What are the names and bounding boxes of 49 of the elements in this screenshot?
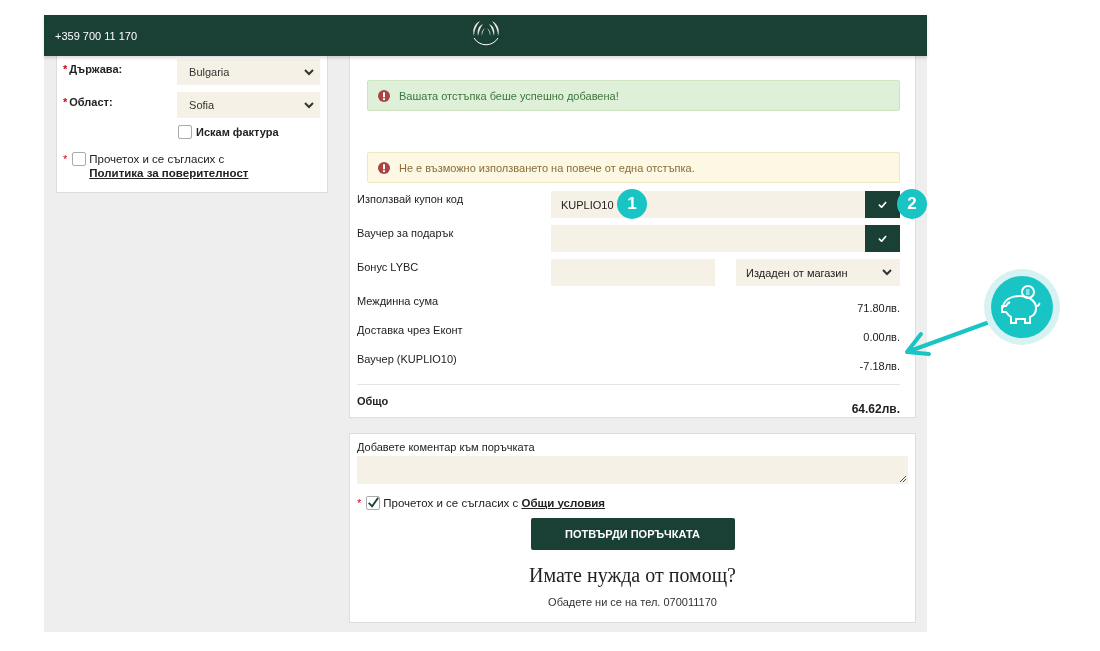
select-field[interactable]: Sofia	[177, 92, 320, 118]
line-amount: -7.18лв.	[859, 360, 900, 372]
checkbox-label: Искам фактура	[196, 126, 279, 138]
step-badge: 2	[897, 189, 927, 219]
check-icon	[878, 234, 887, 243]
consent-text: Прочетох и се съгласих с Политика за поверителност	[89, 152, 250, 180]
comment-label: Добавете коментар към поръчката	[357, 441, 536, 453]
field-label: Бонус LYBC	[357, 260, 420, 273]
coupon-input[interactable]	[551, 225, 865, 252]
check-icon	[878, 200, 887, 209]
select-field[interactable]: Bulgaria	[177, 59, 320, 85]
required-asterisk: *	[63, 96, 68, 108]
phone-number: +359 700 11 170	[55, 29, 138, 42]
select-field[interactable]: Издаден от магазин	[736, 259, 900, 286]
exclamation-icon	[378, 161, 390, 174]
success-alert: Вашата отстъпка беше успешно добавена!	[367, 80, 900, 111]
required-asterisk: *	[357, 495, 362, 510]
field-label: Ваучер за подарък	[357, 226, 455, 239]
field-label: Държава:	[69, 63, 123, 75]
apply-button[interactable]	[865, 225, 900, 252]
help-phone-text: Обадете ни се на тел. 070011170	[548, 596, 717, 608]
terms-link[interactable]: Политика за поверителност	[89, 167, 249, 179]
line-amount: 0.00лв.	[863, 331, 900, 343]
consent-text: Прочетох и се съгласих с Общи условия	[383, 495, 605, 510]
line-label: Ваучер (KUPLIO10)	[357, 353, 457, 365]
exclamation-icon	[378, 89, 390, 102]
piggy-bank-icon	[983, 268, 1061, 346]
line-label: Доставка чрез Еконт	[357, 324, 463, 336]
chevron-down-icon	[304, 68, 314, 76]
chevron-down-icon	[882, 269, 892, 276]
apply-button[interactable]	[865, 191, 900, 218]
checkbox[interactable]	[366, 495, 381, 510]
chevron-down-icon	[304, 101, 314, 109]
resize-grip-icon[interactable]	[899, 474, 907, 483]
checkbox[interactable]	[72, 152, 87, 166]
field-label: Област:	[69, 96, 113, 108]
total-label: Общо	[357, 395, 389, 409]
confirm-order-button[interactable]: ПОТВЪРДИ ПОРЪЧКАТА	[530, 517, 735, 550]
required-asterisk: *	[63, 63, 68, 75]
terms-link[interactable]: Общи условия	[521, 496, 605, 509]
line-label: Междинна сума	[357, 295, 439, 307]
bonus-input[interactable]	[551, 259, 715, 286]
field-label: Използвай купон код	[357, 192, 465, 205]
total-amount: 64.62лв.	[851, 402, 900, 416]
help-heading: Имате нужда от помощ?	[529, 564, 736, 587]
line-amount: 71.80лв.	[857, 302, 900, 314]
checkbox[interactable]	[178, 125, 192, 139]
required-asterisk: *	[63, 152, 68, 166]
warning-alert: Не е възможно използването на повече от една отстъпка.	[367, 152, 900, 183]
